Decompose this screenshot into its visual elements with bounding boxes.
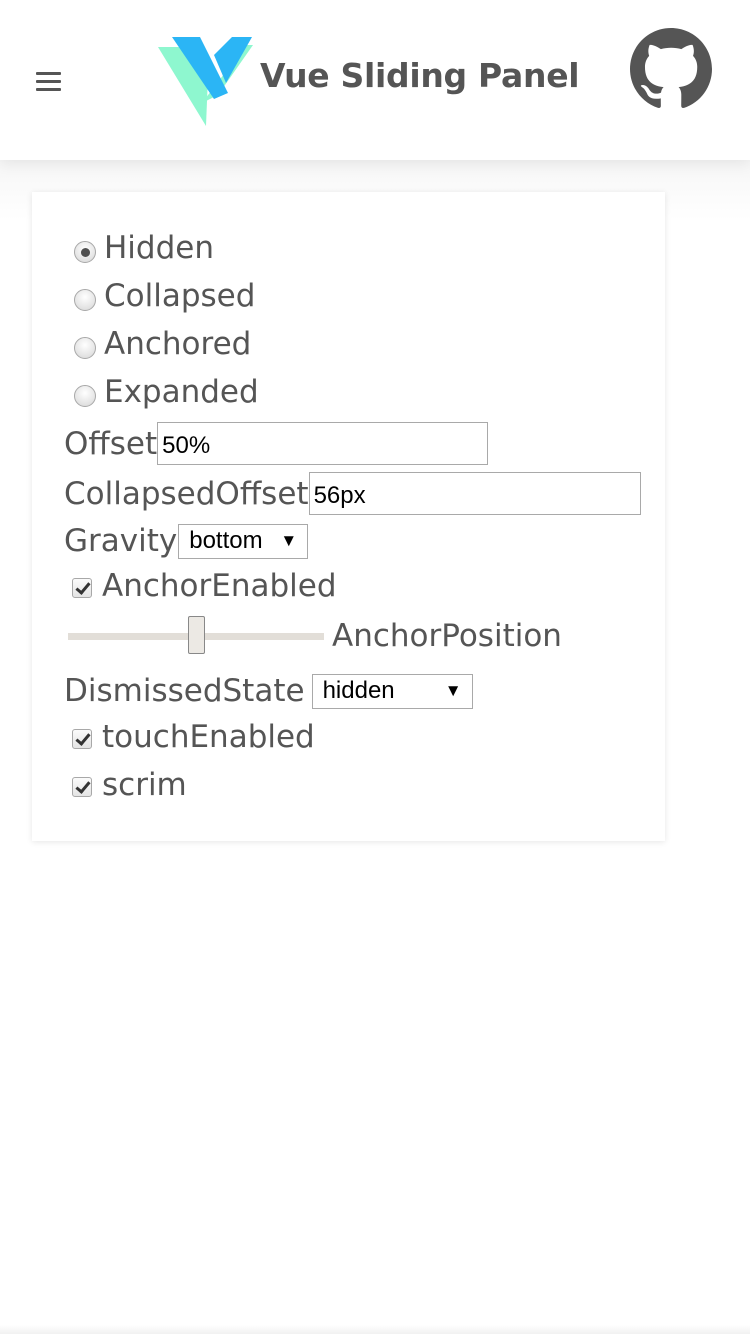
gravity-label: Gravity [64,523,178,559]
app-title: Vue Sliding Panel [260,56,580,95]
collapsed-offset-label: CollapsedOffset [64,475,309,512]
radio-hidden[interactable] [74,241,96,263]
touch-enabled-row[interactable]: touchEnabled [72,719,315,755]
state-option-collapsed[interactable]: Collapsed [74,278,255,314]
state-option-anchored[interactable]: Anchored [74,326,251,362]
offset-label: Offset [64,425,158,462]
gravity-row: Gravity bottom ▼ [64,523,309,559]
state-label-hidden: Hidden [104,230,214,266]
radio-anchored[interactable] [74,337,96,359]
state-option-expanded[interactable]: Expanded [74,374,259,410]
github-icon[interactable] [630,28,712,110]
radio-expanded[interactable] [74,385,96,407]
scrim-row[interactable]: scrim [72,767,187,803]
state-label-expanded: Expanded [104,374,259,410]
scrim-label: scrim [102,767,187,803]
settings-panel: Hidden Collapsed Anchored Expanded Offse… [32,192,665,841]
anchor-enabled-checkbox[interactable] [72,578,92,598]
scrim-checkbox[interactable] [72,777,92,797]
app-header: Vue Sliding Panel [0,0,750,160]
offset-row: Offset [64,422,489,465]
gravity-select-value: bottom [189,527,263,554]
state-option-hidden[interactable]: Hidden [74,230,214,266]
anchor-enabled-row[interactable]: AnchorEnabled [72,568,337,604]
dismissed-state-select-value: hidden [322,677,395,704]
hamburger-menu-icon[interactable] [28,62,68,102]
anchor-position-slider[interactable] [66,616,326,656]
dropdown-arrow-icon: ▼ [280,531,298,550]
anchor-enabled-label: AnchorEnabled [102,568,337,604]
touch-enabled-checkbox[interactable] [72,729,92,749]
vue-sliding-panel-logo [158,37,253,126]
state-label-collapsed: Collapsed [104,278,256,314]
anchor-position-label: AnchorPosition [332,618,562,654]
touch-enabled-label: touchEnabled [102,719,315,755]
gravity-select[interactable]: bottom ▼ [178,523,309,559]
slider-thumb[interactable] [188,616,205,654]
dismissed-state-select[interactable]: hidden ▼ [311,673,473,709]
collapsed-offset-input[interactable] [308,472,641,515]
dismissed-state-label: DismissedState [64,673,305,709]
state-label-anchored: Anchored [104,326,252,362]
radio-collapsed[interactable] [74,289,96,311]
offset-input[interactable] [157,422,489,465]
anchor-position-row: AnchorPosition [66,616,562,656]
dropdown-arrow-icon: ▼ [444,681,462,700]
bottom-edge [0,1325,750,1334]
collapsed-offset-row: CollapsedOffset [64,472,641,515]
dismissed-state-row: DismissedState hidden ▼ [64,673,473,709]
